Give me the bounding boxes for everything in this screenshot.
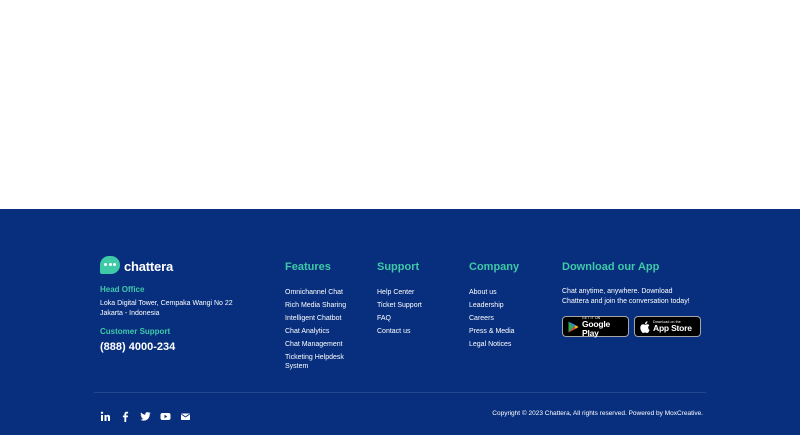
link-omnichannel-chat[interactable]: Omnichannel Chat bbox=[285, 288, 360, 297]
customer-support-label: Customer Support bbox=[100, 327, 171, 336]
support-links: Help Center Ticket Support FAQ Contact u… bbox=[377, 288, 452, 336]
link-ticketing-helpdesk-system[interactable]: System bbox=[285, 362, 360, 371]
chat-bubble-logo-icon bbox=[100, 256, 120, 276]
apple-icon bbox=[640, 320, 650, 333]
support-phone[interactable]: (888) 4000-234 bbox=[100, 341, 270, 353]
download-app-title: Download our App bbox=[562, 261, 660, 273]
link-chat-management[interactable]: Chat Management bbox=[285, 340, 360, 349]
app-store-buttons: GET IT ON Google Play Download on the Ap… bbox=[562, 316, 712, 337]
company-column: Company About us Leadership Careers Pres… bbox=[469, 261, 544, 353]
page-content-area bbox=[0, 0, 800, 209]
google-play-big-text: Google Play bbox=[582, 318, 611, 338]
features-column: Features Omnichannel Chat Rich Media Sha… bbox=[285, 261, 360, 375]
twitter-icon[interactable] bbox=[140, 409, 151, 421]
footer-brand: chattera Head Office Loka Digital Tower,… bbox=[100, 256, 270, 353]
site-footer: chattera Head Office Loka Digital Tower,… bbox=[0, 209, 800, 435]
link-intelligent-chatbot[interactable]: Intelligent Chatbot bbox=[285, 314, 360, 323]
google-play-icon bbox=[568, 321, 579, 332]
app-store-button[interactable]: Download on the App Store bbox=[634, 316, 701, 337]
download-app-column: Download our App Chat anytime, anywhere.… bbox=[562, 261, 712, 337]
link-rich-media-sharing[interactable]: Rich Media Sharing bbox=[285, 301, 360, 310]
link-contact-us[interactable]: Contact us bbox=[377, 327, 452, 336]
support-column: Support Help Center Ticket Support FAQ C… bbox=[377, 261, 452, 340]
footer-divider bbox=[94, 392, 706, 393]
link-faq[interactable]: FAQ bbox=[377, 314, 452, 323]
app-store-big-text: App Store bbox=[653, 323, 692, 333]
facebook-icon[interactable] bbox=[120, 409, 131, 422]
download-app-text: Chat anytime, anywhere. Download Chatter… bbox=[562, 287, 712, 307]
company-links: About us Leadership Careers Press & Medi… bbox=[469, 288, 544, 349]
company-title: Company bbox=[469, 261, 520, 273]
link-leadership[interactable]: Leadership bbox=[469, 301, 544, 310]
address-line-1: Loka Digital Tower, Cempaka Wangi No 22 bbox=[100, 300, 233, 307]
link-ticketing-helpdesk[interactable]: Ticketing Helpdesk bbox=[285, 353, 360, 362]
logo-text: chattera bbox=[124, 258, 173, 274]
chattera-logo[interactable]: chattera bbox=[100, 256, 270, 276]
youtube-icon[interactable] bbox=[160, 409, 171, 420]
download-app-text-line-1: Chat anytime, anywhere. Download bbox=[562, 288, 673, 295]
link-legal-notices[interactable]: Legal Notices bbox=[469, 340, 544, 349]
head-office-label: Head Office bbox=[100, 285, 145, 294]
features-links: Omnichannel Chat Rich Media Sharing Inte… bbox=[285, 288, 360, 371]
link-about-us[interactable]: About us bbox=[469, 288, 544, 297]
address-line-2: Jakarta - Indonesia bbox=[100, 310, 160, 317]
link-press-media[interactable]: Press & Media bbox=[469, 327, 544, 336]
link-ticket-support[interactable]: Ticket Support bbox=[377, 301, 452, 310]
link-careers[interactable]: Careers bbox=[469, 314, 544, 323]
social-links bbox=[100, 409, 200, 422]
office-address: Loka Digital Tower, Cempaka Wangi No 22 … bbox=[100, 299, 270, 319]
linkedin-icon[interactable] bbox=[100, 409, 111, 421]
download-app-text-line-2: Chattera and join the conversation today… bbox=[562, 298, 690, 305]
link-chat-analytics[interactable]: Chat Analytics bbox=[285, 327, 360, 336]
mail-icon[interactable] bbox=[180, 409, 191, 420]
support-title: Support bbox=[377, 261, 420, 273]
google-play-button[interactable]: GET IT ON Google Play bbox=[562, 316, 629, 337]
copyright-text: Copyright © 2023 Chattera, All rights re… bbox=[492, 410, 703, 417]
features-title: Features bbox=[285, 261, 331, 273]
link-help-center[interactable]: Help Center bbox=[377, 288, 452, 297]
